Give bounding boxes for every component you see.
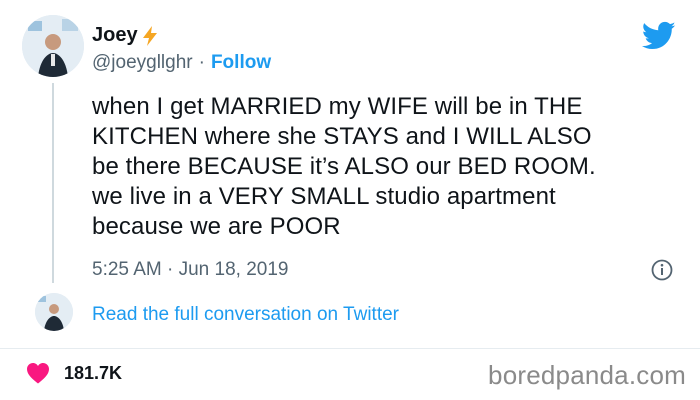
tweet-timestamp[interactable]: 5:25 AM · Jun 18, 2019 bbox=[92, 259, 288, 281]
likes-row[interactable]: 181.7K bbox=[26, 362, 122, 384]
read-conversation-link[interactable]: Read the full conversation on Twitter bbox=[92, 304, 399, 326]
follow-button[interactable]: Follow bbox=[211, 52, 271, 74]
lightning-bolt-icon bbox=[142, 25, 157, 46]
info-icon[interactable] bbox=[651, 259, 673, 281]
separator-dot: · bbox=[198, 52, 205, 73]
watermark: boredpanda.com bbox=[488, 360, 686, 390]
thread-line bbox=[52, 83, 54, 283]
avatar-image bbox=[22, 15, 84, 77]
author-name-row[interactable]: Joey bbox=[92, 24, 160, 47]
tweet-text: when I get MARRIED my WIFE will be in TH… bbox=[92, 93, 596, 240]
twitter-bird-icon[interactable] bbox=[642, 21, 676, 51]
author-handle-row: @joeygllghr · Follow bbox=[92, 52, 271, 74]
avatar-small-image bbox=[35, 293, 73, 331]
heart-icon[interactable] bbox=[26, 362, 50, 384]
likes-count: 181.7K bbox=[64, 362, 123, 383]
divider bbox=[0, 348, 700, 349]
avatar-small[interactable] bbox=[35, 293, 73, 331]
author-handle[interactable]: @joeygllghr bbox=[92, 52, 193, 74]
author-display-name[interactable]: Joey bbox=[92, 24, 138, 47]
avatar-main[interactable] bbox=[22, 15, 84, 77]
